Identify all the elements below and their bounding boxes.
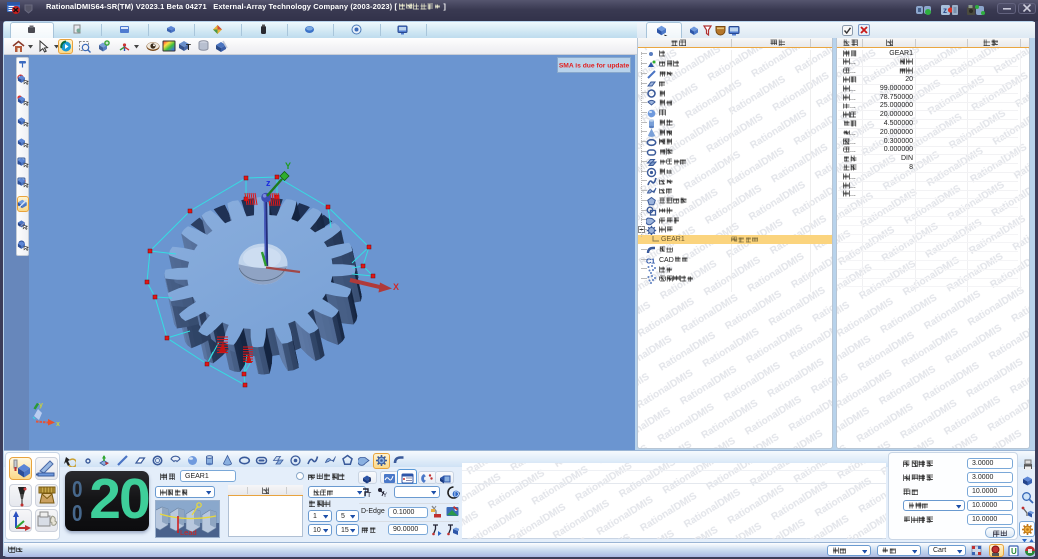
svg-text:Y: Y [285, 161, 291, 171]
svg-text:U: U [1011, 547, 1017, 556]
svg-text:SMA is due for update: SMA is due for update [559, 62, 630, 69]
svg-text:Y: Y [383, 493, 387, 498]
svg-text:Lead: Lead [180, 528, 197, 537]
svg-text:z: z [943, 6, 947, 15]
svg-text:x: x [56, 421, 60, 428]
svg-text:D: D [454, 491, 459, 498]
svg-text:T: T [186, 43, 191, 52]
svg-text:T: T [367, 492, 372, 498]
svg-text:z: z [266, 178, 271, 188]
svg-text:y: y [39, 402, 43, 409]
svg-text:X: X [393, 282, 399, 292]
svg-text:I: I [369, 477, 371, 484]
